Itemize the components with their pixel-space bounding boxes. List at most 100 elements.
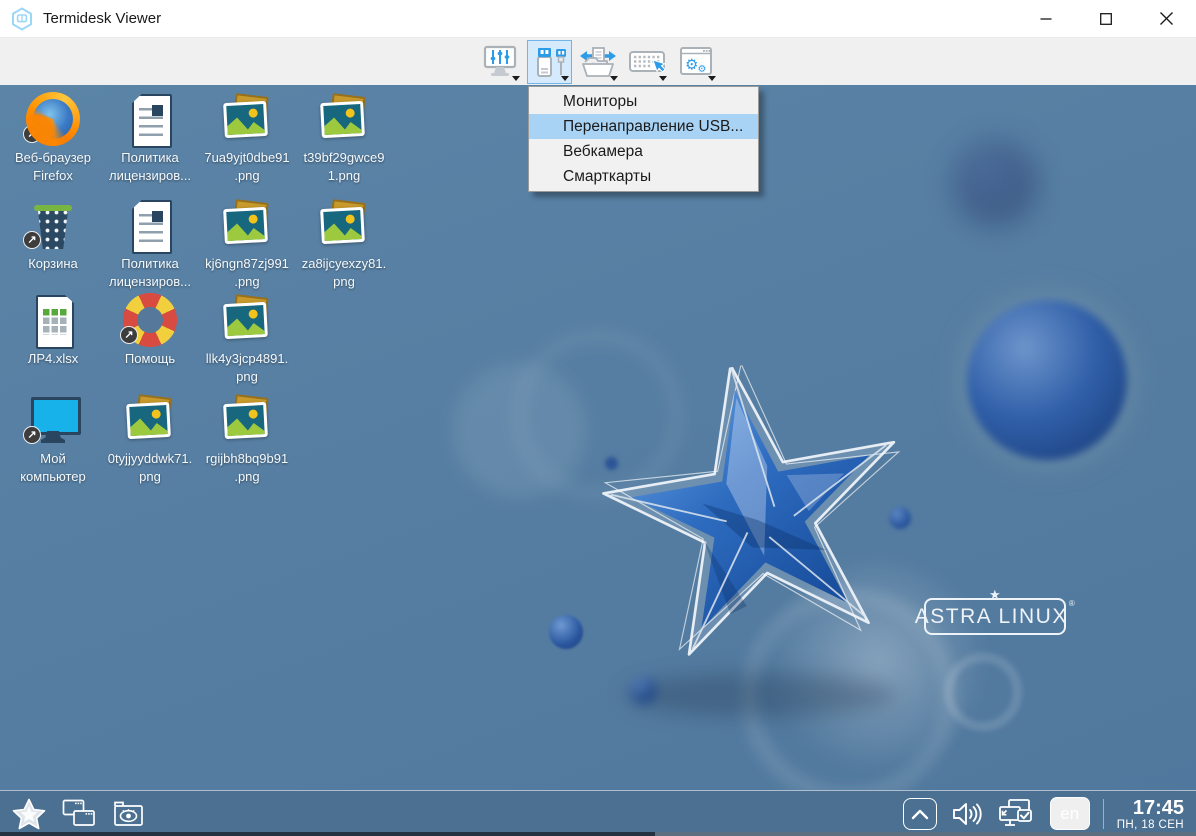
image-file-icon (220, 92, 274, 146)
remote-taskbar: en 17:45 ПН, 18 СЕН (0, 790, 1196, 836)
glass-star-wallpaper (578, 340, 935, 689)
icon-label: Политикалицензиров... (102, 255, 198, 291)
taskbar-left (0, 798, 146, 830)
icon-label: Мойкомпьютер (5, 450, 101, 486)
desktop-icon-png-kj6n[interactable]: kj6ngn87zj991.png (199, 198, 295, 291)
icon-label: llk4y3jcp4891.png (199, 350, 295, 386)
shortcut-arrow-badge: ↗ (23, 231, 41, 249)
chevron-down-icon (708, 76, 716, 81)
speaker-icon (950, 799, 984, 829)
chevron-down-icon (512, 76, 520, 81)
shortcut-arrow-badge: ↗ (23, 426, 41, 444)
icon-label: 0tyjjyyddwk71.png (102, 450, 198, 486)
astra-star-icon: ★ (989, 587, 1001, 603)
bokeh-ring (944, 653, 1022, 731)
window-list-button[interactable] (62, 799, 96, 829)
window-title: Termidesk Viewer (43, 10, 161, 27)
desktop-icon-policy-2[interactable]: Политикалицензиров... (102, 198, 198, 291)
menu-item-usb-redirect[interactable]: Перенаправление USB... (529, 114, 758, 139)
icon-label: Помощь (102, 350, 198, 368)
blue-sphere-small (549, 615, 583, 649)
screen-edge-strip (655, 832, 1196, 836)
firefox-icon: ↗ (26, 92, 80, 146)
monitor-icon: ↗ (26, 393, 80, 447)
desktop-icon-png-0tyj[interactable]: 0tyjjyyddwk71.png (102, 393, 198, 486)
volume-button[interactable] (950, 799, 984, 829)
chevron-down-icon (561, 76, 569, 81)
chevron-down-icon (610, 76, 618, 81)
start-menu-button[interactable] (12, 798, 46, 830)
star-ground-shadow (625, 673, 895, 717)
image-file-icon (317, 92, 371, 146)
network-status-button[interactable] (997, 798, 1037, 830)
desktop-icon-policy-1[interactable]: Политикалицензиров... (102, 92, 198, 185)
displays-check-icon (997, 798, 1037, 830)
session-settings-button[interactable]: ⚙ ⚙ (674, 40, 719, 84)
icon-label: Политикалицензиров... (102, 149, 198, 185)
menu-item-monitors[interactable]: Мониторы (529, 89, 758, 114)
icon-label: Корзина (5, 255, 101, 273)
usb-redirect-button[interactable] (527, 40, 572, 84)
window-gears-icon: ⚙ ⚙ (676, 44, 716, 80)
folder-transfer-arrows-icon (578, 44, 618, 80)
spreadsheet-icon (26, 293, 80, 347)
icon-label: za8ijcyexzy81.png (296, 255, 392, 291)
maximize-icon (1100, 13, 1112, 25)
image-file-icon (220, 393, 274, 447)
folder-eye-icon (112, 799, 146, 829)
image-file-icon (220, 293, 274, 347)
image-file-icon (317, 198, 371, 252)
clock-widget[interactable]: 17:45 ПН, 18 СЕН (1117, 796, 1184, 831)
tray-expand-button[interactable] (903, 798, 937, 830)
svg-text:⚙: ⚙ (698, 64, 707, 75)
icon-label: 7ua9yjt0dbe91.png (199, 149, 295, 185)
tray-divider (1103, 799, 1104, 829)
icon-label: ЛР4.xlsx (5, 350, 101, 368)
file-manager-button[interactable] (112, 799, 146, 829)
astra-linux-logo: ★ ASTRA LINUX® (924, 598, 1066, 635)
remote-desktop-view: ★ ASTRA LINUX® ↗ Веб-браузерFirefox Поли… (0, 85, 1196, 836)
lifebuoy-icon: ↗ (123, 293, 177, 347)
image-file-icon (220, 198, 274, 252)
usb-dropdown-menu: Мониторы Перенаправление USB... Вебкамер… (528, 86, 759, 192)
chevron-up-icon (910, 807, 930, 821)
clock-time: 17:45 (1117, 798, 1184, 819)
keyboard-input-button[interactable] (625, 40, 670, 84)
desktop-icon-png-7ua9[interactable]: 7ua9yjt0dbe91.png (199, 92, 295, 185)
minimize-button[interactable] (1016, 0, 1076, 37)
icon-label: Веб-браузерFirefox (5, 149, 101, 185)
toolbar: ⚙ ⚙ (0, 38, 1196, 85)
titlebar: Termidesk Viewer (0, 0, 1196, 38)
icon-label: rgijbh8bq9b91.png (199, 450, 295, 486)
desktop-icon-png-za8i[interactable]: za8ijcyexzy81.png (296, 198, 392, 291)
window-controls (1016, 0, 1196, 37)
menu-item-webcam[interactable]: Вебкамера (529, 139, 758, 164)
display-settings-button[interactable] (478, 40, 523, 84)
svg-text:⚙: ⚙ (685, 56, 698, 74)
astra-logo-text: ASTRA LINUX® (915, 605, 1075, 629)
clock-date: ПН, 18 СЕН (1117, 819, 1184, 831)
blue-sphere (952, 140, 1038, 226)
keyboard-layout-indicator[interactable]: en (1050, 797, 1090, 830)
minimize-icon (1040, 13, 1052, 25)
termidesk-viewer-window: Termidesk Viewer (0, 0, 1196, 836)
desktop-icon-xlsx[interactable]: ЛР4.xlsx (5, 293, 101, 368)
star-menu-icon (12, 798, 46, 830)
bokeh-circle (452, 363, 587, 498)
maximize-button[interactable] (1076, 0, 1136, 37)
menu-item-smartcards[interactable]: Смарткарты (529, 164, 758, 189)
shortcut-arrow-badge: ↗ (120, 326, 138, 344)
desktop-icon-trash[interactable]: ↗ Корзина (5, 198, 101, 273)
desktop-icon-help[interactable]: ↗ Помощь (102, 293, 198, 368)
desktop-icon-png-rgij[interactable]: rgijbh8bq9b91.png (199, 393, 295, 486)
file-transfer-button[interactable] (576, 40, 621, 84)
desktop-icon-my-computer[interactable]: ↗ Мойкомпьютер (5, 393, 101, 486)
usb-devices-icon (529, 44, 569, 80)
desktop-icon-firefox[interactable]: ↗ Веб-браузерFirefox (5, 92, 101, 185)
shortcut-arrow-badge: ↗ (23, 125, 41, 143)
desktop-icon-png-llk4[interactable]: llk4y3jcp4891.png (199, 293, 295, 386)
close-button[interactable] (1136, 0, 1196, 37)
termidesk-logo-icon (10, 7, 34, 31)
desktop-icon-png-t39b[interactable]: t39bf29gwce91.png (296, 92, 392, 185)
blue-sphere-small (605, 457, 618, 470)
